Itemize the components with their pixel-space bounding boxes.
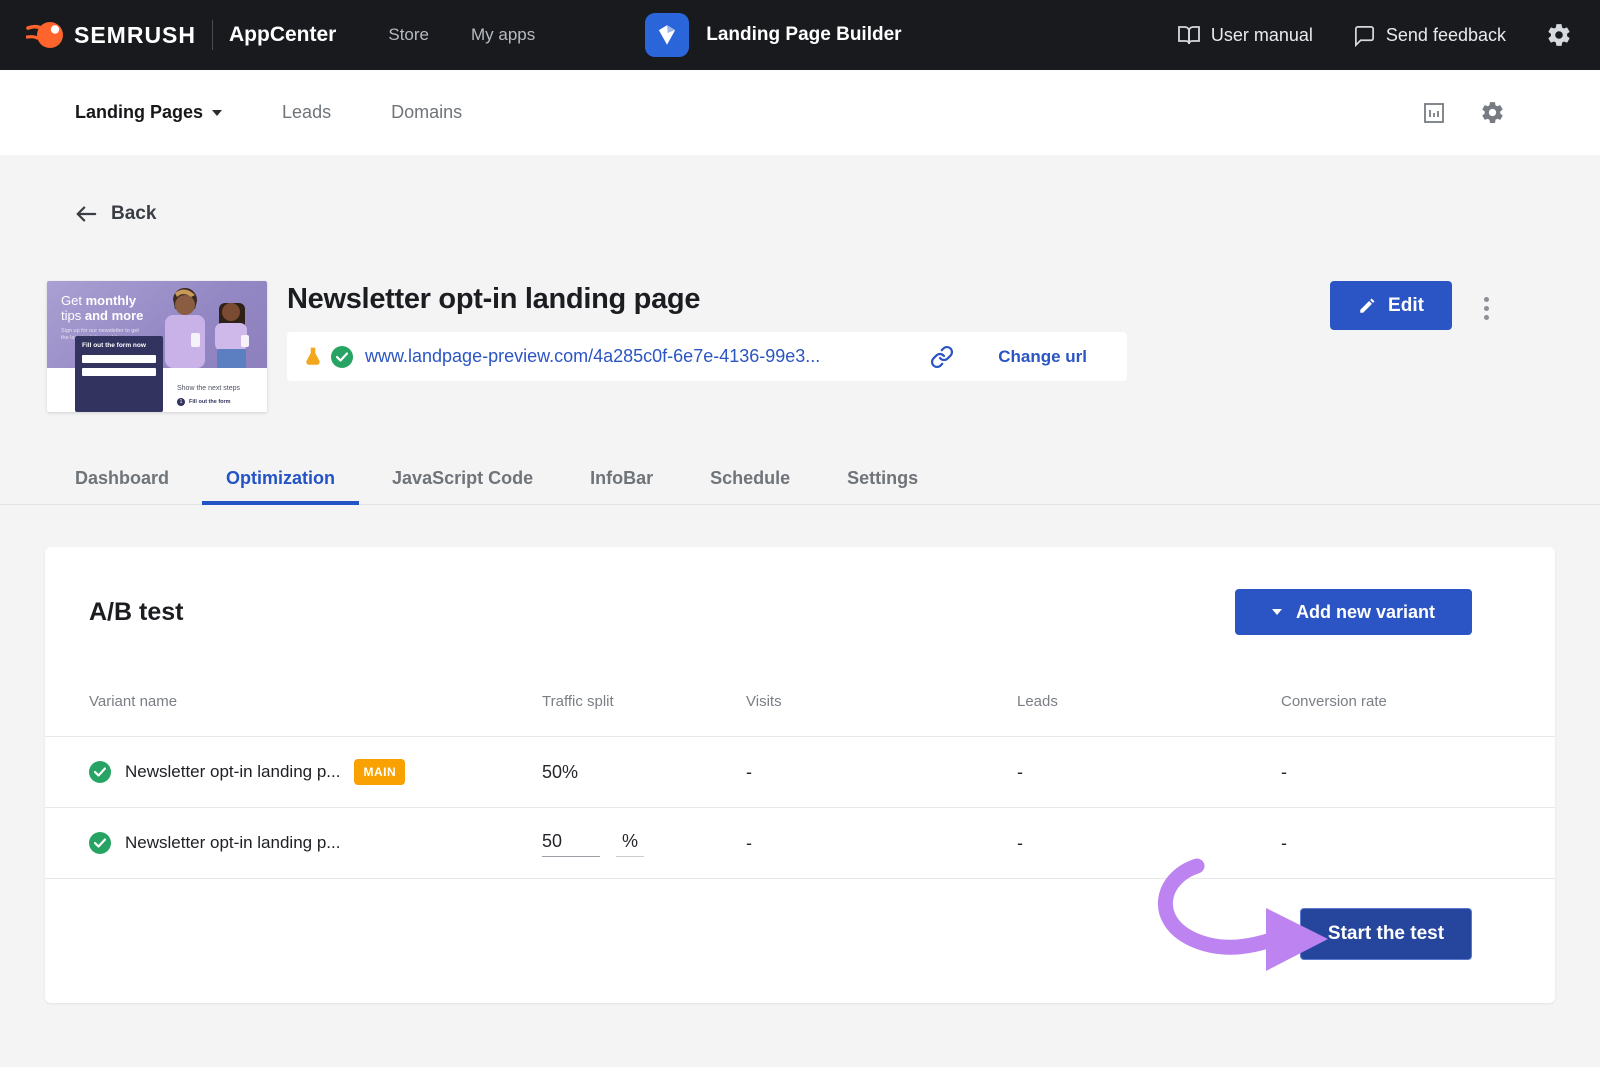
conversion-rate-value: - (1281, 762, 1511, 783)
add-new-variant-label: Add new variant (1296, 602, 1435, 623)
table-header-row: Variant name Traffic split Visits Leads … (45, 635, 1555, 737)
thumbnail-form-panel: Fill out the form now (75, 336, 163, 412)
topbar-nav-store[interactable]: Store (388, 25, 429, 45)
column-traffic-split: Traffic split (542, 693, 746, 710)
landing-page-thumbnail[interactable]: Get monthly tips and more Sign up for ou… (47, 281, 267, 412)
semrush-logo-icon (26, 17, 64, 53)
back-arrow-icon (75, 205, 97, 223)
page-header-actions: Edit (1330, 281, 1553, 412)
copy-link-icon[interactable] (930, 345, 954, 369)
nav-leads[interactable]: Leads (282, 102, 331, 123)
add-new-variant-button[interactable]: Add new variant (1235, 589, 1472, 635)
settings-gear-icon[interactable] (1480, 100, 1505, 125)
variant-name[interactable]: Newsletter opt-in landing p... (125, 833, 340, 853)
top-bar: SEMRUSH AppCenter Store My apps Landing … (0, 0, 1600, 70)
page-title-block: Newsletter opt-in landing page www.landp… (287, 281, 1127, 412)
conversion-rate-value: - (1281, 833, 1511, 854)
topbar-nav: Store My apps (388, 25, 535, 45)
visits-value: - (746, 762, 1017, 783)
send-feedback-link[interactable]: Send feedback (1353, 24, 1506, 47)
tab-dashboard[interactable]: Dashboard (75, 456, 169, 505)
topbar-nav-my-apps[interactable]: My apps (471, 25, 535, 45)
table-row: Newsletter opt-in landing p... % - - - (45, 808, 1555, 879)
traffic-split-value: 50% (542, 762, 746, 783)
nav-landing-pages[interactable]: Landing Pages (75, 102, 222, 123)
thumbnail-people-illustration (145, 285, 265, 368)
thumbnail-heading: Get monthly tips and more (61, 293, 143, 323)
user-manual-link[interactable]: User manual (1177, 23, 1313, 47)
column-visits: Visits (746, 693, 1017, 710)
edit-button-label: Edit (1388, 295, 1424, 317)
main-content: Back Get monthly tips and more Sign up f… (0, 155, 1600, 1003)
variant-name[interactable]: Newsletter opt-in landing p... (125, 762, 340, 782)
column-leads: Leads (1017, 693, 1281, 710)
book-icon (1177, 23, 1201, 47)
traffic-split-input[interactable] (542, 829, 600, 857)
topbar-actions: User manual Send feedback (1177, 22, 1572, 48)
leads-value: - (1017, 833, 1281, 854)
edit-button[interactable]: Edit (1330, 281, 1452, 330)
thumbnail-steps: Show the next steps 1 Fill out the form (177, 385, 265, 406)
user-manual-label: User manual (1211, 25, 1313, 46)
brand-divider (212, 20, 213, 50)
app-root: SEMRUSH AppCenter Store My apps Landing … (0, 0, 1600, 1003)
brand-group: SEMRUSH AppCenter Store My apps (26, 17, 535, 53)
table-row: Newsletter opt-in landing p... MAIN 50% … (45, 737, 1555, 808)
page-header: Get monthly tips and more Sign up for ou… (47, 281, 1553, 412)
thumbnail-form-input (82, 368, 156, 376)
column-variant-name: Variant name (89, 693, 542, 710)
subnav-icons (1422, 100, 1505, 125)
change-url-button[interactable]: Change url (998, 347, 1087, 367)
landing-page-url[interactable]: www.landpage-preview.com/4a285c0f-6e7e-4… (365, 346, 820, 367)
thumbnail-form-title: Fill out the form now (82, 342, 156, 349)
leads-value: - (1017, 762, 1281, 783)
main-badge: MAIN (354, 759, 405, 785)
suite-name[interactable]: AppCenter (229, 23, 336, 47)
send-feedback-label: Send feedback (1386, 25, 1506, 46)
nav-landing-pages-label: Landing Pages (75, 102, 203, 123)
tab-javascript-code[interactable]: JavaScript Code (392, 456, 533, 505)
more-options-kebab-icon[interactable] (1480, 291, 1493, 326)
chevron-down-icon (1272, 609, 1282, 615)
start-the-test-button[interactable]: Start the test (1300, 908, 1472, 960)
nav-domains[interactable]: Domains (391, 102, 462, 123)
ab-test-card: A/B test Add new variant Variant name Tr… (45, 547, 1555, 1003)
thumbnail-step-number: 1 (177, 398, 185, 406)
ab-flask-icon (302, 345, 324, 369)
topbar-gear-icon[interactable] (1546, 22, 1572, 48)
thumbnail-step-label: Fill out the form (189, 399, 231, 405)
pencil-icon (1358, 297, 1376, 315)
variant-status-check-icon (89, 761, 111, 783)
url-bar: www.landpage-preview.com/4a285c0f-6e7e-4… (287, 332, 1127, 381)
url-status-check-icon (331, 346, 353, 368)
column-conversion-rate: Conversion rate (1281, 693, 1511, 710)
variant-status-check-icon (89, 832, 111, 854)
percent-suffix: % (616, 831, 644, 857)
app-title: Landing Page Builder (706, 24, 901, 46)
tab-settings[interactable]: Settings (847, 456, 918, 505)
back-button[interactable]: Back (75, 199, 1600, 229)
thumbnail-steps-title: Show the next steps (177, 385, 265, 392)
thumbnail-form-input (82, 355, 156, 363)
tab-optimization[interactable]: Optimization (202, 456, 359, 505)
tab-schedule[interactable]: Schedule (710, 456, 790, 505)
sub-nav: Landing Pages Leads Domains (0, 70, 1600, 155)
page-title: Newsletter opt-in landing page (287, 283, 1127, 316)
landing-page-builder-app-icon (645, 13, 689, 57)
visits-value: - (746, 833, 1017, 854)
analytics-icon[interactable] (1422, 101, 1446, 125)
chevron-down-icon (212, 110, 222, 116)
brand-name[interactable]: SEMRUSH (74, 22, 196, 49)
app-identity: Landing Page Builder (645, 13, 1177, 57)
ab-test-title: A/B test (89, 598, 183, 627)
tab-bar: Dashboard Optimization JavaScript Code I… (0, 456, 1600, 505)
back-label: Back (111, 203, 156, 225)
feedback-bubble-icon (1353, 24, 1376, 47)
tab-infobar[interactable]: InfoBar (590, 456, 653, 505)
